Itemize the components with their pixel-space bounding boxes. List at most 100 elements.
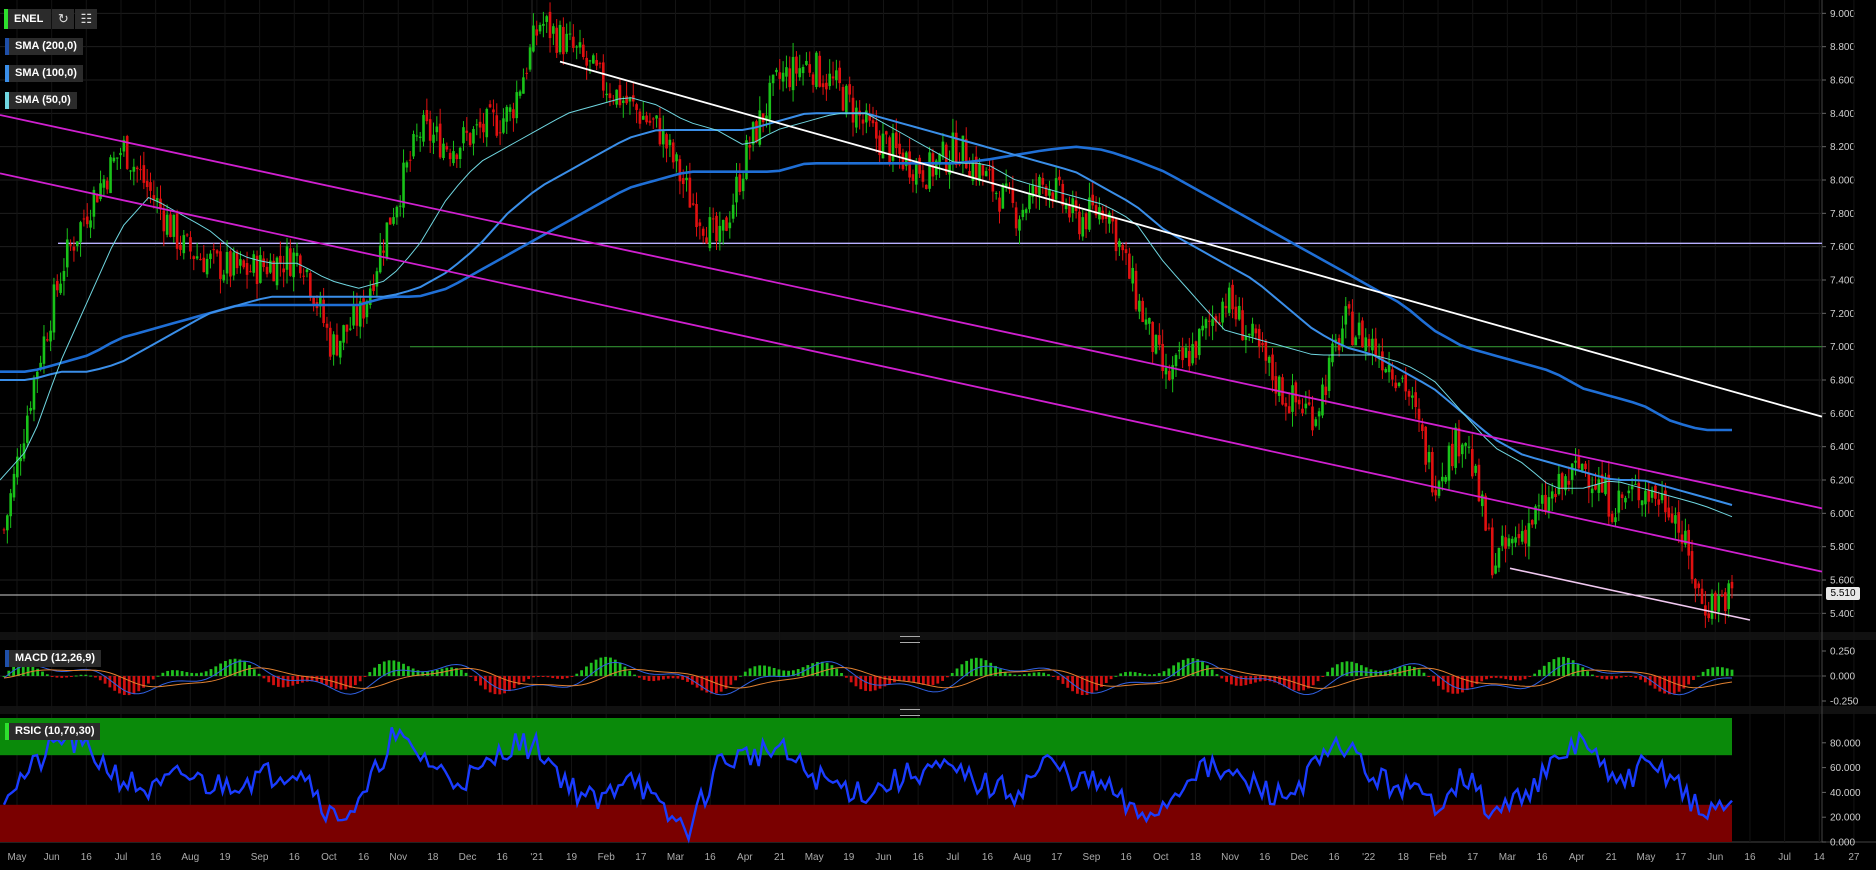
- macd-bar: [378, 664, 381, 676]
- pane-splitter-handle[interactable]: [900, 636, 920, 643]
- candle-body: [275, 257, 279, 286]
- candle-body: [259, 255, 262, 283]
- candle-body: [1277, 376, 1281, 396]
- x-tick-label: Jun: [1707, 852, 1723, 863]
- candle-body: [1024, 209, 1028, 213]
- candle-body: [189, 237, 192, 252]
- candle-body: [785, 67, 788, 77]
- macd-bar: [1615, 676, 1618, 679]
- macd-bar: [1730, 669, 1734, 676]
- candle-body: [1121, 244, 1125, 251]
- candle-body: [582, 44, 585, 58]
- macd-bar: [272, 676, 275, 686]
- candle-body: [1254, 328, 1258, 334]
- candle-body: [295, 252, 299, 257]
- candle-body: [545, 16, 549, 22]
- macd-bar: [1104, 676, 1108, 683]
- pane-splitter-handle[interactable]: [900, 709, 920, 716]
- macd-bar: [907, 676, 911, 682]
- macd-bar: [575, 673, 579, 676]
- x-tick-label: 27: [1848, 852, 1860, 863]
- candle-body: [498, 132, 502, 134]
- candle-body: [1204, 319, 1208, 329]
- candle-body: [1724, 592, 1727, 612]
- candle-body: [1184, 347, 1188, 358]
- x-tick-label: 16: [289, 852, 301, 863]
- macd-bar: [147, 676, 150, 684]
- x-tick-label: 17: [1467, 852, 1479, 863]
- candle-body: [572, 36, 575, 48]
- macd-bar: [681, 676, 685, 680]
- candle-body: [398, 205, 402, 207]
- macd-bar: [1696, 675, 1700, 677]
- macd-bar: [1148, 674, 1151, 676]
- candle-body: [525, 72, 529, 74]
- macd-bar: [1451, 676, 1455, 694]
- macd-bar: [344, 676, 348, 690]
- candle-body: [978, 163, 981, 182]
- macd-bar: [1725, 668, 1729, 676]
- candle-body: [1690, 551, 1694, 580]
- candle-body: [1397, 382, 1401, 386]
- macd-bar: [1239, 676, 1243, 686]
- candle-body: [338, 340, 342, 358]
- macd-bar: [1225, 676, 1228, 682]
- candle-body: [981, 165, 985, 176]
- candle-body: [918, 157, 921, 174]
- symbol-label[interactable]: ENEL: [4, 9, 52, 29]
- candle-body: [781, 72, 785, 82]
- candle-body: [618, 85, 622, 106]
- candle-body: [1550, 491, 1554, 499]
- macd-bar: [1162, 671, 1166, 676]
- candle-body: [1474, 465, 1477, 473]
- candle-body: [548, 11, 552, 39]
- candle-body: [1148, 317, 1151, 324]
- candle-body: [109, 157, 112, 194]
- macd-bar: [714, 676, 718, 694]
- candle-body: [289, 248, 292, 276]
- macd-bar: [888, 676, 892, 685]
- candle-body: [1407, 391, 1411, 397]
- macd-bar: [532, 676, 535, 678]
- candle-body: [1504, 537, 1507, 549]
- candle-body: [79, 222, 82, 242]
- candle-body: [362, 298, 365, 319]
- macd-bar: [1230, 676, 1233, 685]
- candle-body: [1234, 306, 1238, 320]
- candle-body: [285, 246, 289, 270]
- candle-body: [661, 129, 665, 145]
- sma200-label[interactable]: SMA (200,0): [5, 38, 83, 55]
- macd-bar: [1090, 676, 1094, 694]
- candle-body: [219, 251, 222, 279]
- candle-body: [1261, 342, 1264, 346]
- rsi-label[interactable]: RSIC (10,70,30): [5, 723, 101, 740]
- candle-body: [1487, 527, 1491, 529]
- macd-bar: [1013, 674, 1017, 676]
- candle-body: [828, 73, 832, 87]
- chart-settings-icon[interactable]: ☷: [75, 9, 98, 29]
- candle-body: [1164, 367, 1168, 375]
- macd-bar: [79, 674, 83, 676]
- macd-bar: [946, 676, 949, 678]
- candle-body: [1580, 463, 1584, 471]
- macd-bar: [180, 671, 184, 676]
- y-tick-label: 8.000: [1830, 176, 1855, 187]
- sma50-label[interactable]: SMA (50,0): [5, 92, 77, 109]
- x-tick-label: 21: [1606, 852, 1618, 863]
- macd-bar: [974, 657, 978, 676]
- x-tick-label: Aug: [181, 852, 199, 863]
- candle-body: [798, 68, 802, 78]
- macd-label[interactable]: MACD (12,26,9): [5, 650, 102, 667]
- candle-body: [375, 271, 379, 287]
- candle-body: [1667, 507, 1671, 518]
- candle-body: [1224, 305, 1228, 309]
- y-tick-label: 7.800: [1830, 209, 1855, 220]
- refresh-icon[interactable]: ↻: [52, 9, 75, 29]
- candle-body: [1457, 428, 1461, 457]
- stock-chart[interactable]: 9.000 8.800 8.600 8.400 8.200 8.000 7.800 7.600…: [0, 0, 1876, 870]
- candle-body: [1717, 595, 1720, 612]
- candle-body: [728, 222, 732, 229]
- sma100-label[interactable]: SMA (100,0): [5, 65, 83, 82]
- candle-body: [941, 141, 945, 158]
- candle-body: [508, 107, 512, 112]
